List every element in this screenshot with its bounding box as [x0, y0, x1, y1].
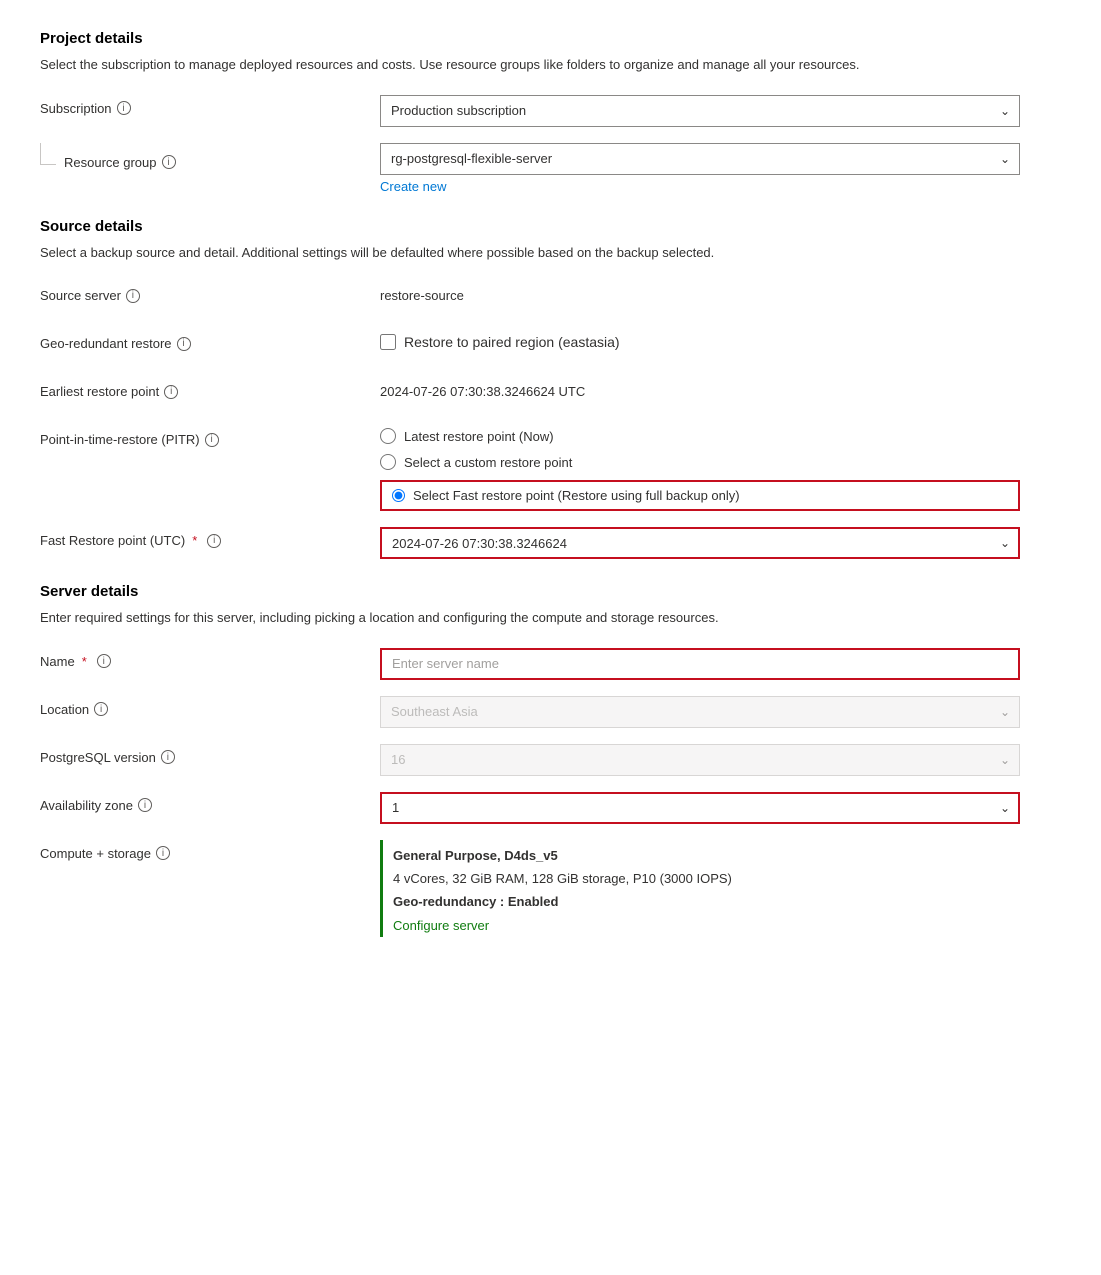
project-details-desc: Select the subscription to manage deploy… [40, 55, 990, 75]
postgresql-version-info-icon[interactable]: i [161, 750, 175, 764]
earliest-restore-info-icon[interactable]: i [164, 385, 178, 399]
location-dropdown[interactable]: Southeast Asia [380, 696, 1020, 728]
postgresql-version-control: 16 ⌄ [380, 744, 1020, 776]
server-name-input[interactable] [380, 648, 1020, 680]
server-name-label: Name * i [40, 648, 380, 669]
server-details-desc: Enter required settings for this server,… [40, 608, 990, 628]
source-details-title: Source details [40, 218, 1061, 235]
pitr-option-2[interactable]: Select a custom restore point [380, 454, 1020, 470]
pitr-option-1[interactable]: Latest restore point (Now) [380, 428, 1020, 444]
pitr-radio-1[interactable] [380, 428, 396, 444]
availability-zone-control: 1 2 3 ⌄ [380, 792, 1020, 824]
fast-restore-point-row: Fast Restore point (UTC) * i 2024-07-26 … [40, 527, 1061, 559]
server-details-title: Server details [40, 583, 1061, 600]
subscription-label: Subscription i [40, 95, 380, 116]
geo-redundant-info-icon[interactable]: i [177, 337, 191, 351]
pitr-radio-group: Latest restore point (Now) Select a cust… [380, 426, 1020, 511]
source-details-desc: Select a backup source and detail. Addit… [40, 243, 990, 263]
geo-redundant-row: Geo-redundant restore i Restore to paire… [40, 330, 1061, 362]
postgresql-version-label: PostgreSQL version i [40, 744, 380, 765]
server-name-required-star: * [82, 654, 87, 669]
pitr-option-1-label: Latest restore point (Now) [404, 429, 554, 444]
fast-restore-point-label: Fast Restore point (UTC) * i [40, 527, 380, 548]
fast-restore-required-star: * [192, 533, 197, 548]
availability-zone-dropdown[interactable]: 1 2 3 [380, 792, 1020, 824]
compute-storage-value: General Purpose, D4ds_v5 4 vCores, 32 Gi… [380, 840, 1020, 938]
source-server-label: Source server i [40, 282, 380, 303]
pitr-label: Point-in-time-restore (PITR) i [40, 426, 380, 447]
pitr-radio-2[interactable] [380, 454, 396, 470]
location-dropdown-wrapper: Southeast Asia ⌄ [380, 696, 1020, 728]
resource-group-dropdown-wrapper: rg-postgresql-flexible-server ⌄ [380, 143, 1020, 175]
resource-group-dropdown[interactable]: rg-postgresql-flexible-server [380, 143, 1020, 175]
server-name-row: Name * i [40, 648, 1061, 680]
subscription-dropdown[interactable]: Production subscription [380, 95, 1020, 127]
geo-redundant-label: Geo-redundant restore i [40, 330, 380, 351]
earliest-restore-value: 2024-07-26 07:30:38.3246624 UTC [380, 378, 1020, 399]
resource-group-label-area: Resource group i [40, 143, 380, 170]
compute-storage-specs: 4 vCores, 32 GiB RAM, 128 GiB storage, P… [393, 867, 1020, 890]
project-details-section: Project details Select the subscription … [40, 30, 1061, 194]
geo-redundant-control: Restore to paired region (eastasia) [380, 330, 1020, 350]
pitr-option-3-box: Select Fast restore point (Restore using… [380, 480, 1020, 511]
compute-storage-control: General Purpose, D4ds_v5 4 vCores, 32 Gi… [380, 840, 1020, 938]
availability-zone-row: Availability zone i 1 2 3 ⌄ [40, 792, 1061, 824]
compute-storage-row: Compute + storage i General Purpose, D4d… [40, 840, 1061, 938]
postgresql-version-dropdown-wrapper: 16 ⌄ [380, 744, 1020, 776]
resource-group-label: Resource group [64, 155, 157, 170]
earliest-restore-row: Earliest restore point i 2024-07-26 07:3… [40, 378, 1061, 410]
project-details-title: Project details [40, 30, 1061, 47]
compute-storage-tier: General Purpose, D4ds_v5 [393, 844, 1020, 867]
location-label: Location i [40, 696, 380, 717]
availability-zone-info-icon[interactable]: i [138, 798, 152, 812]
location-info-icon[interactable]: i [94, 702, 108, 716]
source-server-info-icon[interactable]: i [126, 289, 140, 303]
pitr-row: Point-in-time-restore (PITR) i Latest re… [40, 426, 1061, 511]
subscription-info-icon[interactable]: i [117, 101, 131, 115]
source-server-text: restore-source [380, 282, 1020, 303]
availability-zone-dropdown-wrapper: 1 2 3 ⌄ [380, 792, 1020, 824]
earliest-restore-label: Earliest restore point i [40, 378, 380, 399]
source-server-value: restore-source [380, 282, 1020, 303]
resource-group-row: Resource group i rg-postgresql-flexible-… [40, 143, 1061, 194]
postgresql-version-dropdown[interactable]: 16 [380, 744, 1020, 776]
server-name-info-icon[interactable]: i [97, 654, 111, 668]
source-server-row: Source server i restore-source [40, 282, 1061, 314]
create-new-link[interactable]: Create new [380, 179, 1020, 194]
fast-restore-info-icon[interactable]: i [207, 534, 221, 548]
pitr-option-2-label: Select a custom restore point [404, 455, 572, 470]
fast-restore-point-control: 2024-07-26 07:30:38.3246624 ⌄ [380, 527, 1020, 559]
configure-server-link[interactable]: Configure server [393, 918, 489, 933]
geo-redundant-checkbox[interactable] [380, 334, 396, 350]
pitr-radio-3[interactable] [392, 489, 405, 502]
subscription-control: Production subscription ⌄ [380, 95, 1020, 127]
compute-storage-label: Compute + storage i [40, 840, 380, 861]
fast-restore-dropdown[interactable]: 2024-07-26 07:30:38.3246624 [380, 527, 1020, 559]
pitr-control: Latest restore point (Now) Select a cust… [380, 426, 1020, 511]
compute-storage-geo-redundancy: Geo-redundancy : Enabled [393, 890, 1020, 913]
fast-restore-dropdown-wrapper: 2024-07-26 07:30:38.3246624 ⌄ [380, 527, 1020, 559]
geo-redundant-checkbox-label: Restore to paired region (eastasia) [404, 334, 620, 350]
geo-redundant-checkbox-row: Restore to paired region (eastasia) [380, 330, 1020, 350]
server-name-control [380, 648, 1020, 680]
resource-group-info-icon[interactable]: i [162, 155, 176, 169]
compute-storage-info-icon[interactable]: i [156, 846, 170, 860]
pitr-info-icon[interactable]: i [205, 433, 219, 447]
subscription-dropdown-wrapper: Production subscription ⌄ [380, 95, 1020, 127]
location-row: Location i Southeast Asia ⌄ [40, 696, 1061, 728]
availability-zone-label: Availability zone i [40, 792, 380, 813]
location-control: Southeast Asia ⌄ [380, 696, 1020, 728]
pitr-option-3-label: Select Fast restore point (Restore using… [413, 488, 740, 503]
source-details-section: Source details Select a backup source an… [40, 218, 1061, 560]
subscription-row: Subscription i Production subscription ⌄ [40, 95, 1061, 127]
earliest-restore-text: 2024-07-26 07:30:38.3246624 UTC [380, 378, 1020, 399]
server-details-section: Server details Enter required settings f… [40, 583, 1061, 937]
postgresql-version-row: PostgreSQL version i 16 ⌄ [40, 744, 1061, 776]
resource-group-control: rg-postgresql-flexible-server ⌄ Create n… [380, 143, 1020, 194]
